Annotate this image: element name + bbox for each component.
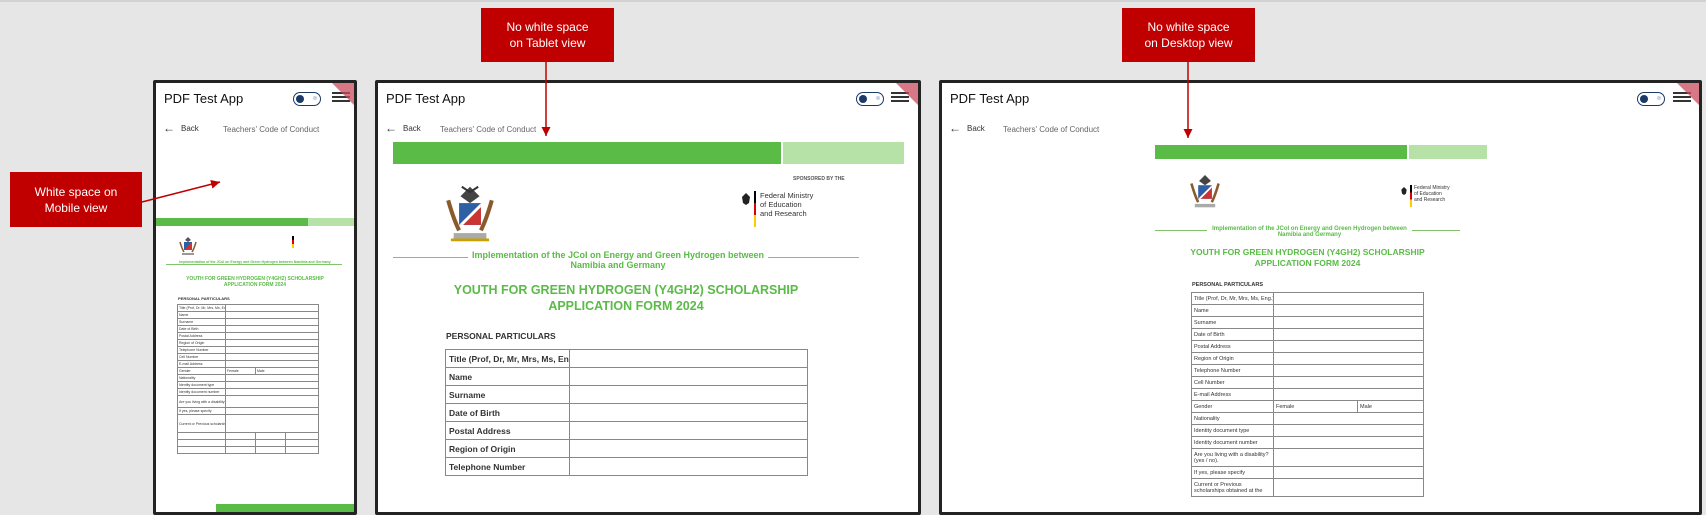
mobile-callout-arrow	[141, 179, 221, 203]
annotation-arrows	[141, 62, 1193, 203]
desktop-callout: No white space on Desktop view	[1122, 8, 1255, 62]
tablet-callout: No white space on Tablet view	[481, 8, 614, 62]
mobile-callout: White space on Mobile view	[10, 172, 142, 227]
